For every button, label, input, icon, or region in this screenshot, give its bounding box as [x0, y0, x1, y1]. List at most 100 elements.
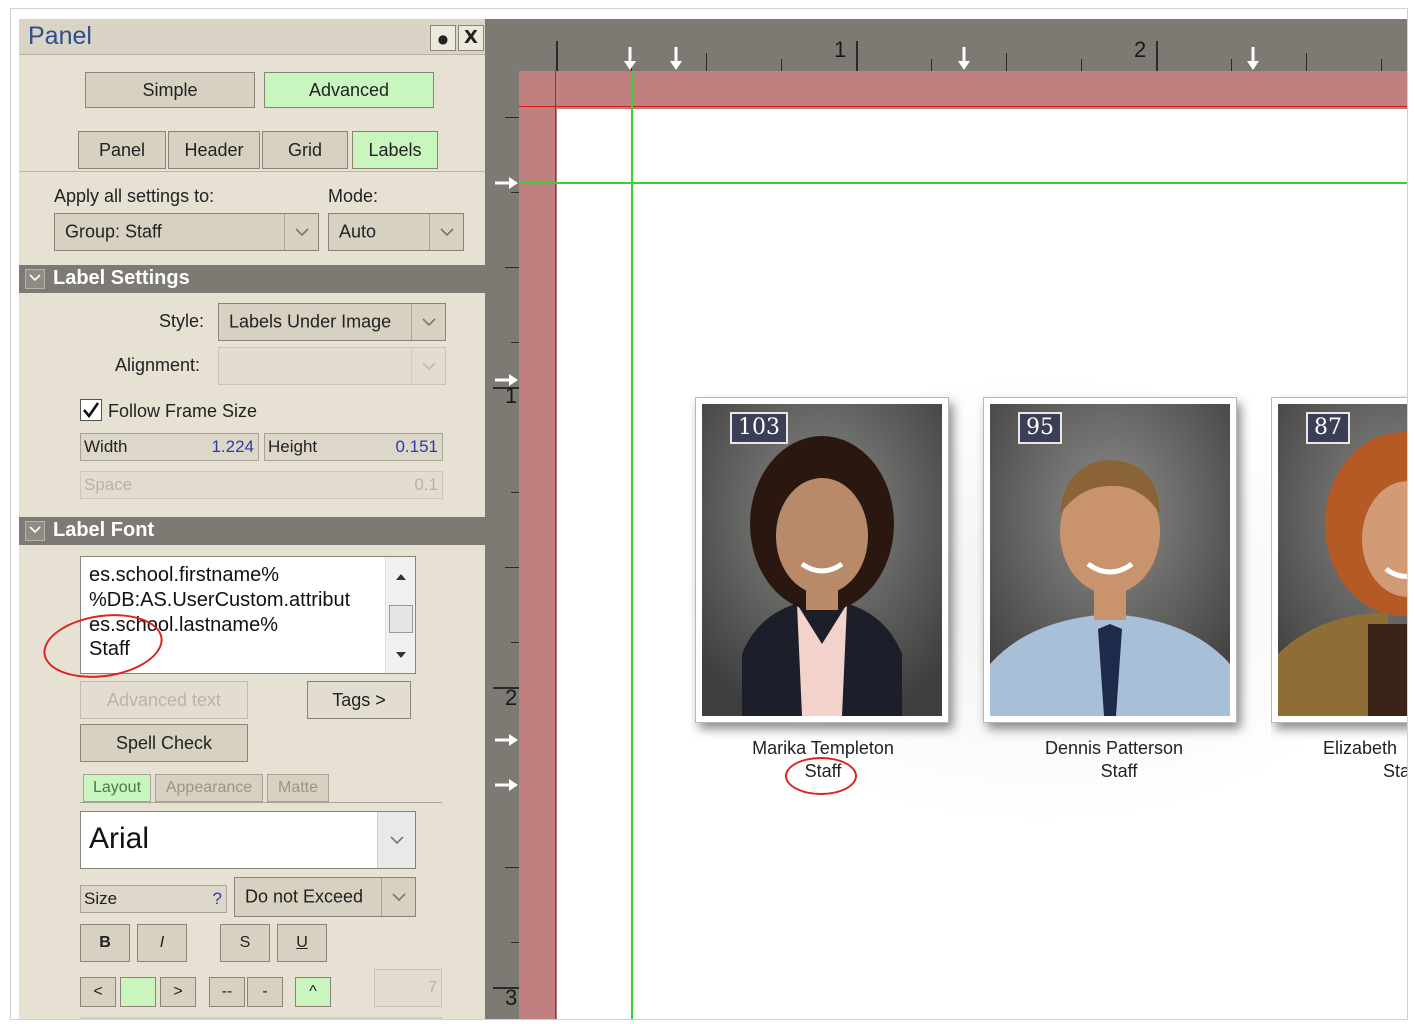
subtab-layout[interactable]: Layout: [83, 774, 151, 802]
chevron-down-icon: [284, 214, 318, 250]
guide-arrow-icon[interactable]: [623, 47, 637, 71]
panel-titlebar: Panel ● X: [19, 19, 490, 55]
apply-settings-label: Apply all settings to:: [54, 186, 215, 206]
tab-grid[interactable]: Grid: [262, 131, 348, 169]
settings-panel: Panel ● X Simple Advanced Panel Header G…: [19, 19, 491, 1019]
guide-arrow-icon[interactable]: [1246, 47, 1260, 71]
top-ruler-number: 1: [834, 37, 847, 62]
collapse-chevron-icon[interactable]: [25, 521, 45, 541]
italic-button[interactable]: I: [137, 924, 187, 962]
align-center-button[interactable]: [120, 977, 156, 1007]
photo-group-caption: Staff: [1100, 761, 1138, 781]
guide-arrow-icon[interactable]: [495, 176, 519, 190]
alignment-dropdown[interactable]: [218, 347, 446, 385]
spell-check-button[interactable]: Spell Check: [80, 724, 248, 762]
collapse-chevron-icon[interactable]: [25, 269, 45, 289]
vertical-guide[interactable]: [631, 71, 633, 1019]
label-text-line: es.school.firstname%: [89, 564, 280, 586]
width-field[interactable]: Width 1.224: [80, 433, 259, 461]
mode-value: Auto: [339, 221, 377, 242]
subtab-matte[interactable]: Matte: [267, 774, 329, 802]
align-left-button[interactable]: <: [80, 977, 116, 1007]
align-top-button[interactable]: ^: [295, 977, 331, 1007]
apply-group-value: Group: Staff: [65, 221, 162, 242]
photo-frame[interactable]: 87: [1271, 397, 1407, 723]
chevron-down-icon: [377, 812, 415, 868]
follow-frame-label: Follow Frame Size: [108, 401, 258, 421]
label-style-value: Labels Under Image: [229, 311, 392, 332]
underline-button[interactable]: U: [277, 924, 327, 962]
tags-button[interactable]: Tags >: [307, 681, 411, 719]
tab-header[interactable]: Header: [168, 131, 260, 169]
size-mode-dropdown[interactable]: Do not Exceed: [234, 877, 416, 917]
triangle-down-icon[interactable]: [395, 651, 407, 659]
guide-arrow-icon[interactable]: [495, 778, 519, 792]
guide-arrow-icon[interactable]: [495, 373, 519, 387]
left-ruler-number: 2: [505, 685, 518, 710]
margin-line-top: [519, 106, 1407, 107]
tab-labels[interactable]: Labels: [352, 131, 438, 169]
label-font-title: Label Font: [53, 519, 155, 541]
chevron-down-icon: [381, 878, 415, 916]
height-label: Height: [268, 437, 318, 456]
font-family-dropdown[interactable]: Arial: [80, 811, 416, 869]
left-ruler-number: 3: [505, 985, 518, 1010]
font-size-label: Size: [84, 889, 118, 908]
step-field[interactable]: 7: [374, 969, 442, 1007]
style-label: Style:: [159, 311, 205, 331]
subtab-appearance[interactable]: Appearance: [155, 774, 263, 802]
mode-label: Mode:: [328, 186, 379, 206]
text-scrollbar[interactable]: [385, 557, 415, 673]
guide-arrow-icon[interactable]: [669, 47, 683, 71]
height-value: 0.151: [395, 437, 438, 456]
apply-group-dropdown[interactable]: Group: Staff: [54, 213, 319, 251]
label-settings-header[interactable]: Label Settings: [19, 265, 490, 293]
panel-title: Panel: [28, 22, 92, 50]
left-margin: [519, 109, 557, 1019]
space-value: 0.1: [414, 475, 438, 494]
spacing-decrease-button[interactable]: --: [209, 977, 245, 1007]
pin-button[interactable]: ●: [430, 25, 456, 51]
tabs-divider: [19, 171, 490, 172]
font-size-field[interactable]: Size ?: [80, 885, 227, 913]
label-font-header[interactable]: Label Font: [19, 517, 490, 545]
photo-number-badge: 95: [1018, 412, 1062, 444]
width-label: Width: [84, 437, 128, 456]
label-style-dropdown[interactable]: Labels Under Image: [218, 303, 446, 341]
simple-mode-button[interactable]: Simple: [85, 72, 255, 108]
photo-group-caption: Sta: [1383, 761, 1408, 781]
app-window: Panel ● X Simple Advanced Panel Header G…: [10, 8, 1408, 1020]
bold-button[interactable]: B: [80, 924, 130, 962]
font-family-value: Arial: [89, 822, 150, 855]
width-value: 1.224: [211, 437, 254, 456]
space-label: Space: [84, 475, 133, 494]
height-field[interactable]: Height 0.151: [264, 433, 443, 461]
triangle-up-icon[interactable]: [395, 573, 407, 581]
horizontal-guide[interactable]: [519, 182, 1407, 184]
left-ruler[interactable]: [485, 71, 519, 1019]
photo-frame[interactable]: 103: [695, 397, 949, 723]
guide-arrow-icon[interactable]: [957, 47, 971, 71]
guide-arrow-icon[interactable]: [495, 733, 519, 747]
size-mode-value: Do not Exceed: [245, 886, 364, 907]
photo-frame[interactable]: 95: [983, 397, 1237, 723]
tab-panel[interactable]: Panel: [78, 131, 166, 169]
advanced-mode-button[interactable]: Advanced: [264, 72, 434, 108]
advanced-text-button[interactable]: Advanced text: [80, 681, 248, 719]
top-ruler-number: 2: [1134, 37, 1147, 62]
mode-dropdown[interactable]: Auto: [328, 213, 464, 251]
chevron-down-icon: [429, 214, 463, 250]
spacing-button[interactable]: -: [247, 977, 283, 1007]
font-size-help: ?: [212, 889, 222, 908]
photo-name-caption: Elizabeth: [1323, 738, 1398, 758]
space-field[interactable]: Space 0.1: [80, 471, 443, 499]
subtab-divider: [80, 802, 442, 803]
portrait-image: [990, 404, 1230, 716]
panel-bottom-controls: [80, 1017, 442, 1019]
align-right-button[interactable]: >: [160, 977, 196, 1007]
close-button[interactable]: X: [458, 25, 484, 51]
follow-frame-checkbox[interactable]: [80, 399, 102, 421]
scrollbar-thumb[interactable]: [389, 605, 413, 633]
strikethrough-button[interactable]: S: [220, 924, 270, 962]
close-icon: X: [464, 27, 478, 48]
